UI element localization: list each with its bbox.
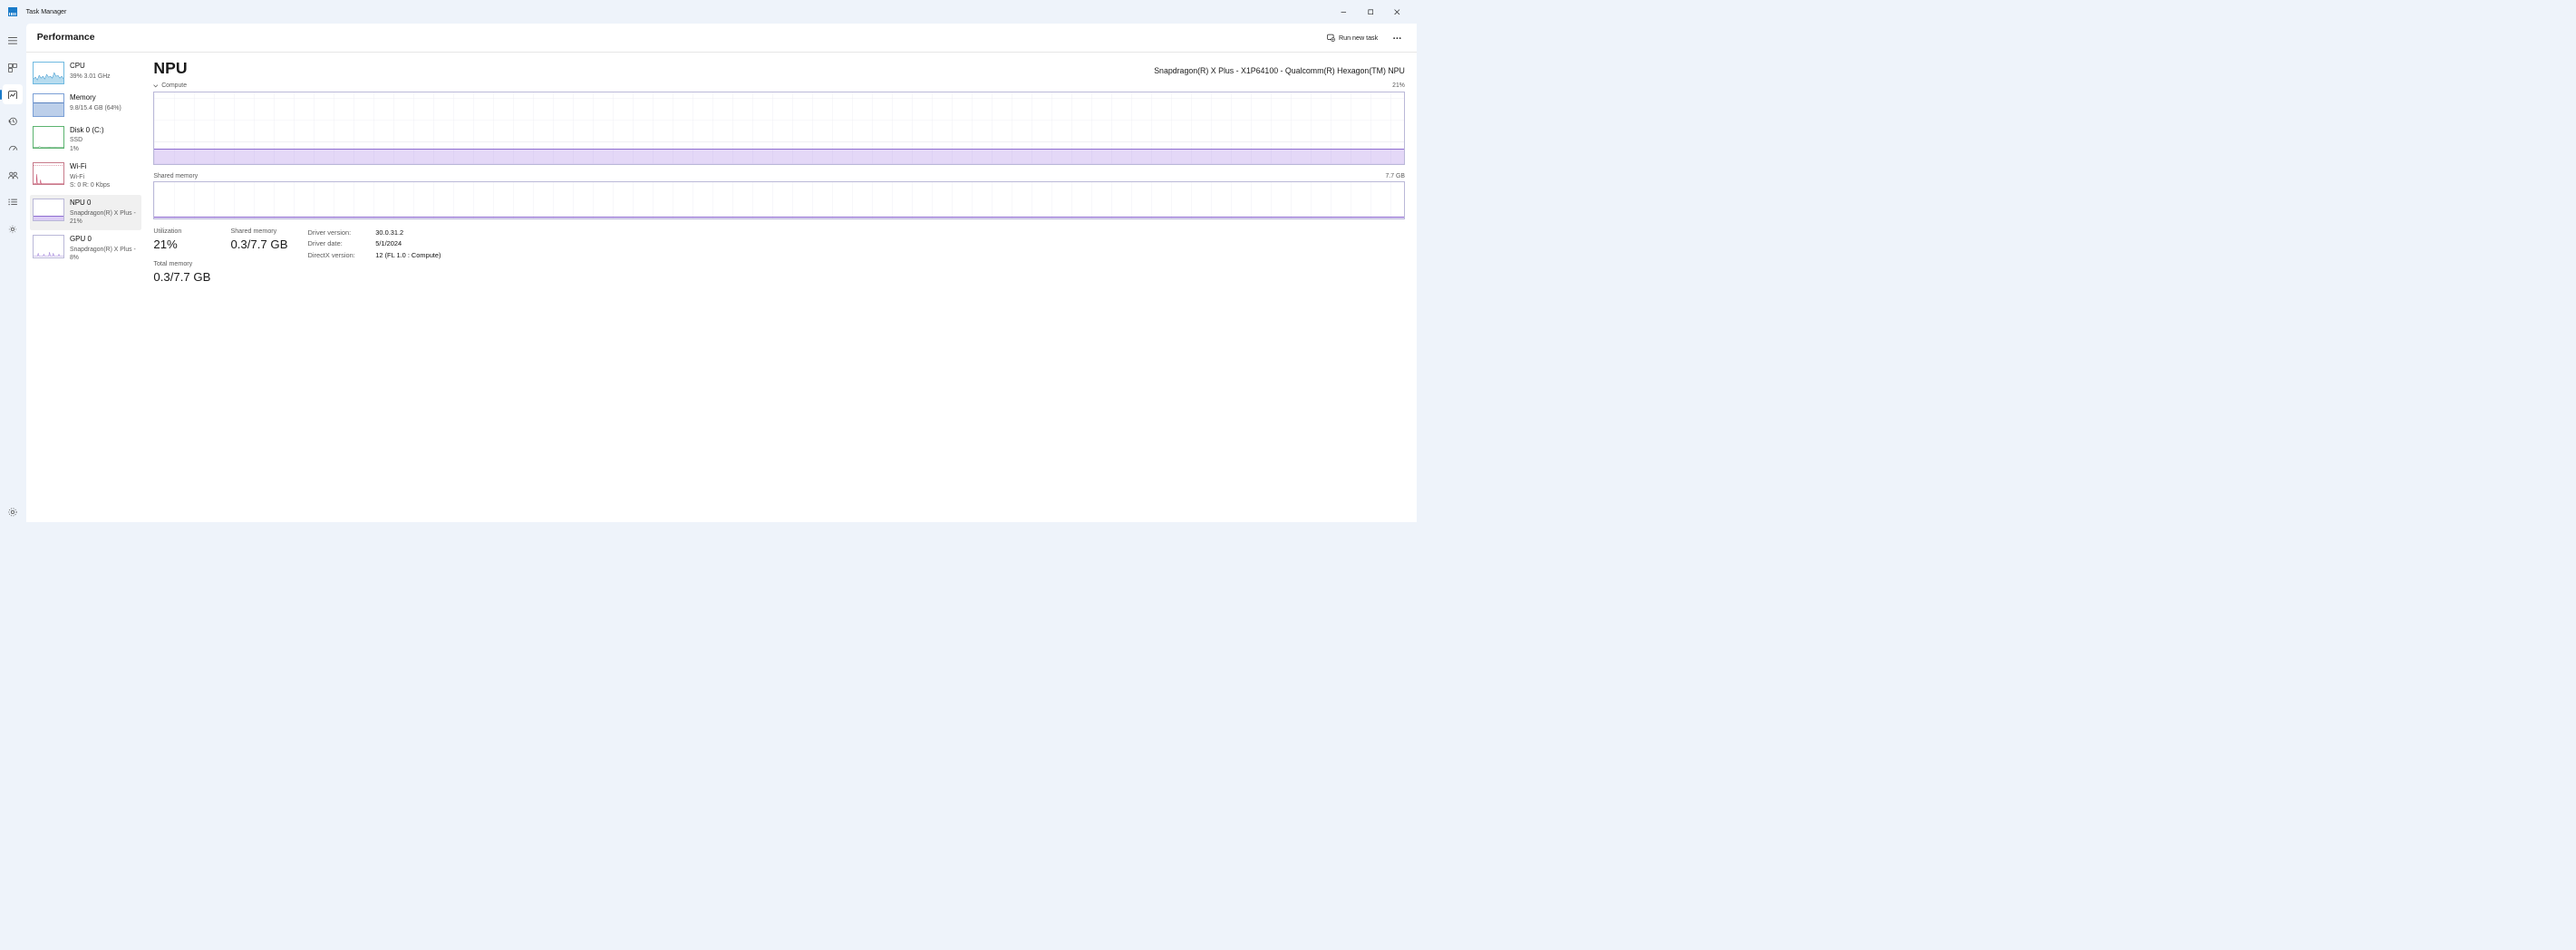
- detail-title: NPU: [153, 59, 187, 78]
- app-title: Task Manager: [26, 8, 67, 15]
- nav-startup[interactable]: [3, 139, 23, 159]
- device-name: Snapdragon(R) X Plus - X1P64100 - Qualco…: [1154, 66, 1405, 75]
- shared-graph-block: Shared memory 7.7 GB: [153, 173, 1405, 219]
- perf-item-sub: Snapdragon(R) X Plus -: [70, 209, 136, 218]
- shared-graph: [153, 181, 1405, 219]
- stats: Utilization 21% Total memory 0.3/7.7 GB …: [153, 228, 1405, 284]
- run-task-label: Run new task: [1339, 34, 1378, 42]
- driver-version-key: Driver version:: [307, 228, 367, 239]
- perf-item-label: Memory: [70, 93, 121, 103]
- perf-item-sub: Snapdragon(R) X Plus -: [70, 246, 136, 254]
- utilization-label: Utilization: [153, 228, 210, 235]
- perf-item-sub: Wi-Fi: [70, 173, 110, 181]
- perf-item-sub2: 21%: [70, 218, 136, 226]
- content-header: Performance Run new task: [26, 24, 1418, 53]
- driver-date-value: 5/1/2024: [375, 238, 402, 250]
- perf-item-label: Wi-Fi: [70, 162, 110, 172]
- chevron-down-icon: [153, 83, 159, 89]
- compute-max: 21%: [1392, 82, 1405, 89]
- cpu-thumb: [33, 62, 64, 84]
- perf-item-label: GPU 0: [70, 235, 136, 245]
- window-controls: [1330, 2, 1410, 22]
- perf-item-sub2: 8%: [70, 254, 136, 262]
- run-new-task-button[interactable]: Run new task: [1322, 31, 1382, 44]
- perf-item-disk[interactable]: Disk 0 (C:) SSD 1%: [30, 121, 141, 157]
- app-icon: [8, 7, 17, 16]
- minimize-button[interactable]: [1330, 2, 1357, 22]
- close-button[interactable]: [1384, 2, 1411, 22]
- wifi-thumb: [33, 162, 64, 185]
- nav-services[interactable]: [3, 219, 23, 239]
- memory-thumb: [33, 93, 64, 116]
- page-title: Performance: [37, 33, 95, 43]
- meta-table: Driver version: 30.0.31.2 Driver date: 5…: [307, 228, 441, 284]
- titlebar: Task Manager: [0, 0, 1417, 24]
- run-task-icon: [1327, 34, 1335, 42]
- nav-details[interactable]: [3, 192, 23, 212]
- driver-date-key: Driver date:: [307, 238, 367, 250]
- perf-item-label: Disk 0 (C:): [70, 126, 104, 136]
- perf-item-sub2: 1%: [70, 145, 104, 153]
- shared-label: Shared memory: [153, 173, 198, 179]
- shared-max: 7.7 GB: [1386, 173, 1405, 179]
- total-mem-label: Total memory: [153, 260, 210, 267]
- shared-mem-value: 0.3/7.7 GB: [230, 238, 287, 251]
- nav-settings[interactable]: [3, 502, 23, 522]
- perf-item-sub2: S: 0 R: 0 Kbps: [70, 181, 110, 189]
- perf-item-cpu[interactable]: CPU 39% 3.01 GHz: [30, 58, 141, 89]
- perf-item-gpu[interactable]: GPU 0 Snapdragon(R) X Plus - 8%: [30, 231, 141, 267]
- perf-item-wifi[interactable]: Wi-Fi Wi-Fi S: 0 R: 0 Kbps: [30, 158, 141, 193]
- disk-thumb: [33, 126, 64, 149]
- npu-thumb: [33, 199, 64, 221]
- utilization-value: 21%: [153, 238, 210, 251]
- gpu-thumb: [33, 235, 64, 257]
- perf-item-sub: SSD: [70, 136, 104, 144]
- total-mem-value: 0.3/7.7 GB: [153, 270, 210, 284]
- driver-version-value: 30.0.31.2: [375, 228, 403, 239]
- more-options-button[interactable]: [1388, 29, 1406, 47]
- perf-item-label: CPU: [70, 62, 111, 72]
- perf-item-label: NPU 0: [70, 199, 136, 208]
- perf-item-npu[interactable]: NPU 0 Snapdragon(R) X Plus - 21%: [30, 195, 141, 230]
- perf-item-memory[interactable]: Memory 9.8/15.4 GB (64%): [30, 90, 141, 121]
- maximize-button[interactable]: [1357, 2, 1384, 22]
- compute-label: Compute: [161, 82, 187, 89]
- perf-item-sub: 39% 3.01 GHz: [70, 73, 111, 81]
- compute-graph-block: Compute 21%: [153, 82, 1405, 165]
- hamburger-icon[interactable]: [3, 31, 23, 51]
- nav-performance[interactable]: [3, 84, 23, 104]
- detail-pane: NPU Snapdragon(R) X Plus - X1P64100 - Qu…: [146, 53, 1418, 522]
- ellipsis-icon: [1393, 37, 1401, 39]
- nav-processes[interactable]: [3, 58, 23, 78]
- compute-collapse[interactable]: Compute: [153, 82, 187, 89]
- compute-graph: [153, 92, 1405, 165]
- nav-app-history[interactable]: [3, 111, 23, 131]
- shared-mem-label: Shared memory: [230, 228, 287, 235]
- perf-item-sub: 9.8/15.4 GB (64%): [70, 104, 121, 112]
- directx-value: 12 (FL 1.0 : Compute): [375, 250, 441, 262]
- directx-key: DirectX version:: [307, 250, 367, 262]
- perf-sidebar: CPU 39% 3.01 GHz Memory 9.8/15.4 GB (64%…: [26, 53, 146, 522]
- nav-rail: [0, 24, 26, 522]
- nav-users[interactable]: [3, 166, 23, 186]
